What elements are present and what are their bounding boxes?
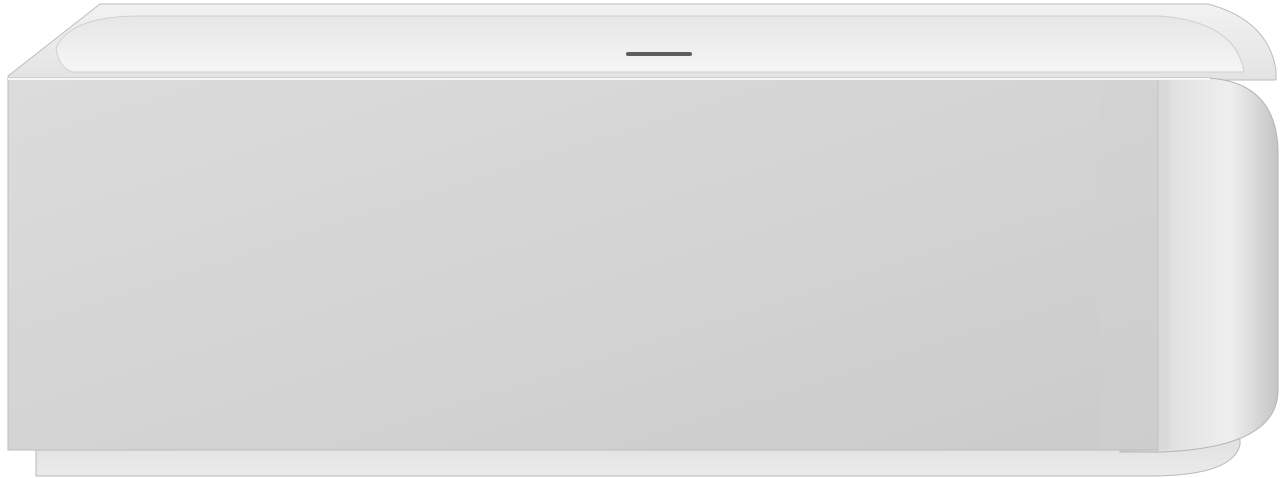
product-image-stage xyxy=(0,0,1280,478)
tub-front-panel xyxy=(7,77,1159,451)
tub-basin xyxy=(55,15,1245,73)
bathtub-illustration xyxy=(7,3,1279,477)
overflow-drain xyxy=(626,52,692,56)
panel-blend xyxy=(1100,79,1170,449)
